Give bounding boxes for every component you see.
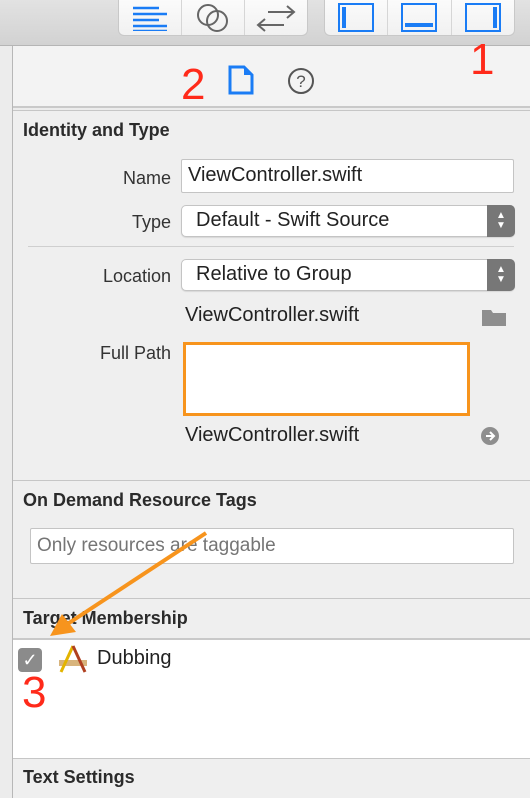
- text-settings-section: Text Settings: [13, 758, 530, 798]
- assistant-editor-button[interactable]: [182, 0, 245, 35]
- type-value: Default - Swift Source: [196, 209, 390, 231]
- stepper-icon: ▲ ▼: [487, 259, 515, 291]
- toggle-utilities-button[interactable]: [452, 0, 514, 35]
- folder-icon[interactable]: [481, 307, 507, 327]
- right-panel-icon: [464, 2, 501, 32]
- venn-icon: [197, 3, 228, 32]
- standard-editor-button[interactable]: [119, 0, 182, 35]
- toggle-debug-button[interactable]: [388, 0, 452, 35]
- arrows-icon: [256, 4, 296, 32]
- inspector-tabs: ?: [13, 46, 530, 108]
- help-icon[interactable]: ?: [287, 67, 315, 95]
- svg-text:?: ?: [296, 72, 305, 91]
- section-title: Text Settings: [23, 767, 135, 787]
- toolbar: [0, 0, 530, 46]
- type-label: Type: [131, 212, 171, 232]
- name-label: Name: [122, 168, 171, 188]
- toggle-navigator-button[interactable]: [325, 0, 389, 35]
- target-list: ✓ Dubbing: [13, 638, 530, 758]
- annotation-3: 3: [22, 668, 47, 717]
- arrow-circle-icon[interactable]: [480, 426, 500, 446]
- type-popup[interactable]: Default - Swift Source ▲ ▼: [181, 205, 515, 237]
- location-popup[interactable]: Relative to Group ▲ ▼: [181, 259, 515, 291]
- panels-segmented-control: [324, 0, 515, 36]
- section-title: Identity and Type: [23, 120, 170, 140]
- section-title: Target Membership: [23, 608, 188, 628]
- on-demand-resource-tags-section: On Demand Resource Tags: [13, 480, 530, 598]
- target-label: Dubbing: [97, 647, 172, 669]
- full-path-file: ViewController.swift: [185, 424, 360, 446]
- tags-input[interactable]: [30, 528, 514, 564]
- version-editor-button[interactable]: [245, 0, 307, 35]
- file-inspector-icon[interactable]: [228, 65, 254, 95]
- target-membership-header: Target Membership: [13, 598, 530, 638]
- name-field[interactable]: ViewController.swift: [181, 159, 514, 193]
- editor-segmented-control: [118, 0, 308, 36]
- location-label: Location: [102, 266, 171, 286]
- redaction-box: [183, 342, 470, 416]
- stepper-icon: ▲ ▼: [487, 205, 515, 237]
- section-title: On Demand Resource Tags: [23, 490, 257, 510]
- location-value: Relative to Group: [196, 263, 352, 285]
- annotation-1: 1: [470, 35, 495, 84]
- identity-and-type-section: Identity and Type Name ViewController.sw…: [13, 110, 530, 480]
- bottom-panel-icon: [401, 2, 438, 32]
- full-path-label: Full Path: [99, 343, 171, 363]
- annotation-2: 2: [181, 60, 206, 109]
- left-panel-icon: [338, 2, 375, 32]
- app-target-icon: [59, 645, 87, 673]
- divider: [28, 246, 514, 247]
- align-left-icon: [133, 6, 167, 31]
- location-file: ViewController.swift: [185, 304, 360, 326]
